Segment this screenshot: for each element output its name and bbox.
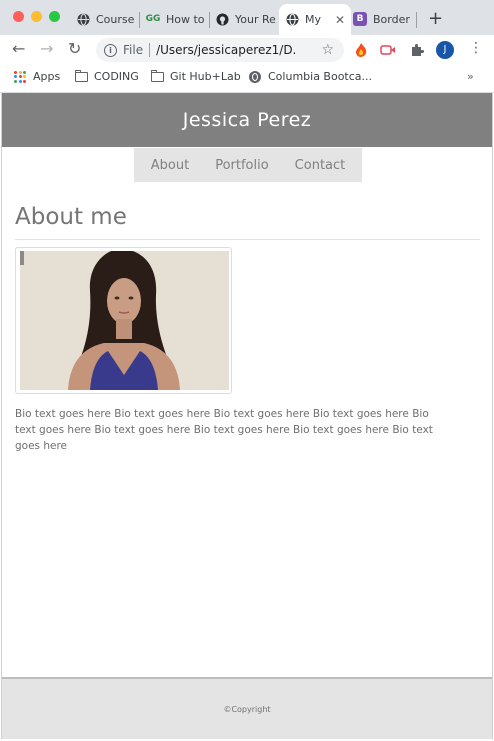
tab-separator — [209, 12, 210, 28]
bookmark-label: Git Hub+Lab — [170, 70, 241, 83]
tab-how-to[interactable]: GG How to — [146, 6, 206, 32]
globe-icon — [248, 70, 262, 83]
github-icon — [215, 12, 229, 26]
bookmark-coding[interactable]: CODING — [74, 69, 139, 83]
globe-icon — [76, 12, 90, 26]
geeksforgeeks-icon: GG — [146, 14, 161, 24]
site-title: Jessica Perez — [182, 109, 312, 131]
site-nav: About Portfolio Contact — [134, 148, 362, 182]
bookmark-star-icon[interactable]: ☆ — [321, 42, 334, 58]
minimize-window-button[interactable] — [31, 11, 42, 22]
new-tab-button[interactable]: + — [428, 8, 443, 29]
tab-label: How to — [166, 12, 205, 26]
nav-link-portfolio[interactable]: Portfolio — [202, 158, 281, 173]
info-icon[interactable]: i — [104, 43, 117, 57]
bio-text: Bio text goes here Bio text goes here Bi… — [15, 407, 433, 452]
tab-course[interactable]: Course — [76, 6, 134, 32]
copyright-text: ©Copyright — [223, 704, 271, 714]
heading-divider — [15, 239, 480, 240]
profile-photo — [20, 251, 229, 390]
profile-avatar[interactable]: J — [436, 41, 454, 59]
browser-toolbar: ← → ↻ i File /Users/jessicaperez1/D... ☆… — [0, 35, 494, 65]
maximize-window-button[interactable] — [49, 11, 60, 22]
tab-label: Course — [96, 12, 134, 26]
back-arrow-icon[interactable]: ← — [12, 39, 25, 58]
bookmark-label: Columbia Bootca... — [268, 70, 373, 83]
tab-bar: Course GG How to Your Re My ✕ B Border + — [0, 0, 494, 35]
bookmark-label: CODING — [94, 70, 139, 83]
nav-link-about[interactable]: About — [138, 158, 202, 173]
tab-your-repo[interactable]: Your Re — [215, 6, 275, 32]
address-bar[interactable]: i File /Users/jessicaperez1/D... ☆ — [96, 38, 344, 62]
tab-separator — [416, 12, 417, 28]
bookmark-label: Apps — [33, 70, 61, 83]
bookmark-apps[interactable]: Apps — [13, 70, 60, 83]
section-heading: About me — [15, 204, 127, 230]
bootstrap-icon: B — [353, 12, 367, 26]
nav-link-contact[interactable]: Contact — [282, 158, 359, 173]
folder-icon — [150, 69, 164, 83]
tab-separator — [139, 12, 140, 28]
tab-my-active[interactable]: My ✕ — [279, 4, 351, 35]
omnibox-divider — [149, 43, 151, 57]
bookmarks-bar: Apps CODING Git Hub+Lab Columbia Bootca.… — [0, 65, 494, 93]
globe-icon — [285, 13, 299, 27]
tab-label: My — [305, 13, 322, 26]
apps-grid-icon — [13, 70, 27, 83]
folder-icon — [74, 69, 88, 83]
bookmark-github-lab[interactable]: Git Hub+Lab — [150, 69, 241, 83]
more-vert-icon[interactable]: ⋮ — [469, 40, 483, 56]
close-window-button[interactable] — [13, 11, 24, 22]
site-header: Jessica Perez — [2, 93, 492, 147]
tab-label: Border — [373, 12, 410, 26]
bookmark-columbia-bootcamp[interactable]: Columbia Bootca... — [248, 70, 372, 83]
reload-icon[interactable]: ↻ — [68, 39, 81, 58]
extension-screencast-icon[interactable] — [379, 41, 397, 59]
more-bookmarks-icon[interactable]: » — [467, 70, 474, 83]
extensions-puzzle-icon[interactable] — [408, 41, 426, 59]
web-page: Jessica Perez About Portfolio Contact Ab… — [1, 93, 493, 739]
tab-border[interactable]: B Border — [353, 6, 413, 32]
close-tab-icon[interactable]: ✕ — [331, 13, 345, 27]
profile-photo-frame — [15, 247, 232, 394]
url-scheme: File — [123, 43, 144, 57]
browser-chrome: Course GG How to Your Re My ✕ B Border + — [0, 0, 494, 93]
forward-arrow-icon[interactable]: → — [40, 39, 53, 58]
extension-flame-icon[interactable] — [352, 41, 370, 59]
tab-label: Your Re — [235, 12, 275, 26]
url-text[interactable]: /Users/jessicaperez1/D... — [156, 43, 296, 57]
site-footer: ©Copyright — [2, 677, 492, 739]
